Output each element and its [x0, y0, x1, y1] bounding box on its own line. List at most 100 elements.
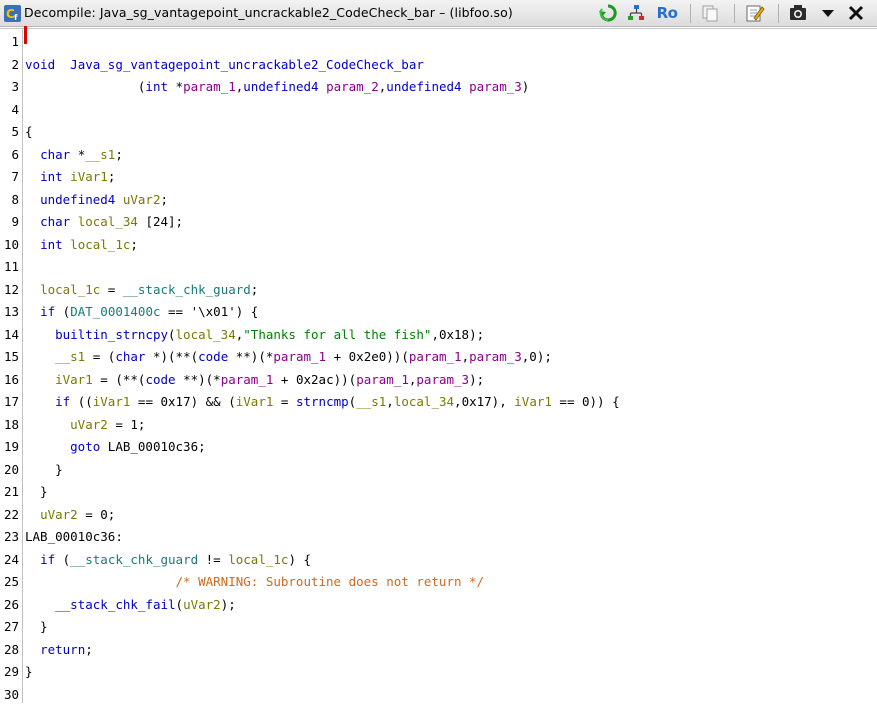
- line-number: 7: [11, 169, 19, 184]
- readonly-icon[interactable]: Ro: [655, 3, 679, 23]
- code-token: **)(*: [228, 349, 274, 364]
- graph-icon[interactable]: [626, 3, 646, 23]
- copy-icon[interactable]: [700, 3, 720, 23]
- code-line[interactable]: iVar1 = (**(code **)(*param_1 + 0x2ac))(…: [25, 369, 484, 391]
- edit-icon[interactable]: [745, 3, 765, 23]
- code-token: (: [55, 551, 71, 567]
- toolbar-separator: [690, 4, 691, 23]
- code-token: {: [25, 124, 33, 139]
- line-number: 23: [3, 529, 19, 544]
- code-line[interactable]: LAB_00010c36:: [25, 526, 123, 548]
- line-number: 3: [11, 79, 19, 94]
- menu-dropdown-icon[interactable]: [818, 3, 838, 23]
- code-token: DAT_0001400c: [70, 304, 161, 319]
- svg-text:f: f: [14, 13, 18, 22]
- line-number: 22: [3, 506, 19, 522]
- line-number: 13: [3, 304, 19, 319]
- code-token: *: [70, 146, 86, 162]
- code-token: local_34: [393, 394, 455, 409]
- code-token: ,0x18);: [431, 326, 485, 342]
- line-number: 6: [11, 146, 19, 162]
- code-line[interactable]: }: [25, 459, 63, 481]
- code-token: param_1: [408, 349, 462, 364]
- code-token: "Thanks for all the fish": [243, 326, 432, 342]
- code-token: ;: [130, 236, 138, 252]
- code-token: !=: [198, 551, 229, 567]
- code-line[interactable]: uVar2 = 0;: [25, 504, 115, 526]
- code-line[interactable]: void Java_sg_vantagepoint_uncrackable2_C…: [25, 54, 424, 76]
- code-line[interactable]: local_1c = __stack_chk_guard;: [25, 279, 258, 301]
- code-token: ((: [70, 394, 93, 409]
- line-number: 26: [3, 596, 19, 612]
- code-token: =: [100, 281, 123, 297]
- code-token: param_3: [469, 349, 522, 364]
- code-line[interactable]: }: [25, 616, 48, 638]
- code-line[interactable]: /* WARNING: Subroutine does not return *…: [25, 571, 485, 593]
- code-line[interactable]: if (DAT_0001400c == '\x01') {: [25, 301, 258, 323]
- line-number: 28: [3, 641, 19, 657]
- close-icon[interactable]: [846, 3, 866, 23]
- code-line[interactable]: goto LAB_00010c36;: [25, 436, 205, 458]
- line-number: 14: [3, 326, 19, 342]
- refresh-icon[interactable]: [598, 3, 618, 23]
- code-line[interactable]: builtin_strncpy(local_34,"Thanks for all…: [25, 324, 484, 346]
- code-token: return: [40, 641, 86, 657]
- code-token: param_3: [469, 79, 522, 94]
- code-line[interactable]: int iVar1;: [25, 166, 115, 188]
- code-token: local_34: [77, 214, 138, 229]
- line-number: 25: [3, 574, 19, 589]
- code-token: undefined4: [243, 79, 319, 94]
- code-token: }: [25, 619, 48, 634]
- code-line[interactable]: (int *param_1,undefined4 param_2,undefin…: [25, 76, 529, 98]
- code-line[interactable]: __stack_chk_fail(uVar2);: [25, 594, 236, 616]
- code-token: char: [40, 146, 71, 162]
- toolbar-separator: [778, 4, 779, 23]
- code-token: = 0;: [77, 506, 116, 522]
- code-token: __stack_chk_guard: [122, 281, 251, 297]
- code-token: __s1: [55, 349, 86, 364]
- code-line[interactable]: }: [25, 661, 33, 683]
- line-number: 2: [11, 56, 19, 72]
- code-token: __s1: [85, 146, 116, 162]
- code-token: ;: [107, 169, 116, 184]
- decompiler-editor[interactable]: 1 2 3 4 5 6 7 8 9 10 11 12 13 14 15 16 17 18 19 20 21 22 23 24 2…: [0, 28, 877, 703]
- code-line[interactable]: uVar2 = 1;: [25, 414, 145, 436]
- code-line[interactable]: char local_34 [24];: [25, 211, 183, 233]
- code-line[interactable]: __s1 = (char *)(**(code **)(*param_1 + 0…: [25, 346, 552, 368]
- code-line[interactable]: if ((iVar1 == 0x17) && (iVar1 = strncmp(…: [25, 391, 620, 413]
- code-token: }: [25, 664, 33, 679]
- line-number: 9: [11, 214, 19, 229]
- code-token: void: [25, 56, 56, 72]
- line-number: 27: [3, 619, 19, 634]
- line-number: 30: [3, 686, 19, 702]
- code-token: __stack_chk_guard: [70, 551, 199, 567]
- code-line[interactable]: if (__stack_chk_guard != local_1c) {: [25, 549, 311, 571]
- code-line[interactable]: return;: [25, 639, 93, 661]
- code-token: int: [145, 79, 168, 94]
- code-token: = (: [85, 349, 116, 364]
- code-line[interactable]: }: [25, 481, 48, 503]
- code-line[interactable]: {: [25, 121, 33, 143]
- code-line[interactable]: char *__s1;: [25, 144, 123, 166]
- code-token: = (**(: [92, 371, 146, 387]
- code-line[interactable]: int local_1c;: [25, 234, 138, 256]
- code-token: char: [115, 349, 146, 364]
- code-token: param_1: [356, 371, 409, 387]
- code-token: ,: [386, 394, 394, 409]
- code-token: **)(*: [175, 371, 221, 387]
- snapshot-icon[interactable]: [788, 3, 808, 23]
- code-line[interactable]: undefined4 uVar2;: [25, 189, 168, 211]
- toolbar-separator: [734, 4, 735, 23]
